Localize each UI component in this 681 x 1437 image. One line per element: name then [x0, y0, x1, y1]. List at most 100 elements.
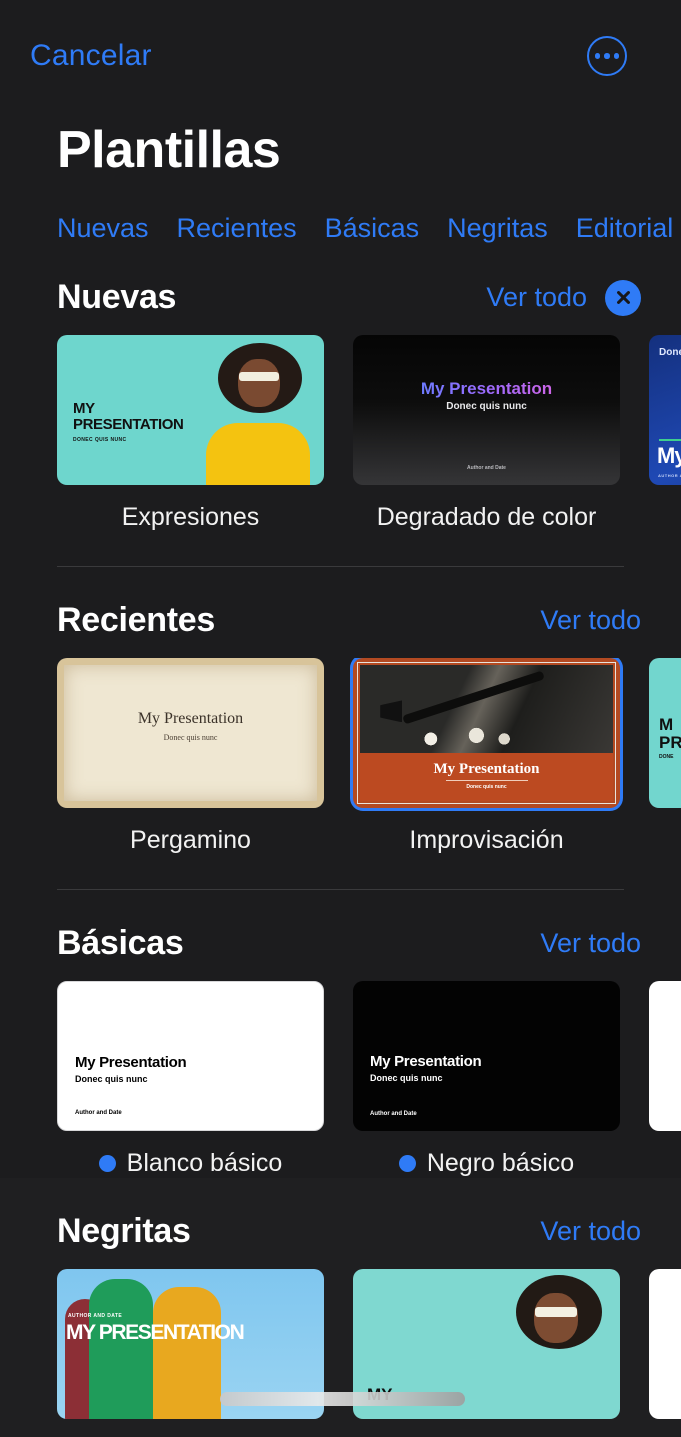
section-actions: Ver todo	[540, 1216, 641, 1247]
status-dot-icon	[398, 1155, 416, 1173]
trumpet-body	[402, 670, 546, 725]
thumbnail-text: My Presentation Donec quis nunc	[57, 710, 324, 742]
photo-sunglasses	[239, 372, 279, 382]
photo-face	[534, 1293, 578, 1344]
card-row-nuevas[interactable]: MY PRESENTATION DONEC QUIS NUNC Expresion…	[0, 335, 681, 532]
section-header-basicas: Básicas Ver todo	[0, 900, 681, 981]
page-title: Plantillas	[57, 121, 281, 179]
thumb-subtitle: Donec quis nunc	[446, 401, 527, 413]
card-label: Expresiones	[57, 503, 324, 532]
section-actions: Ver todo	[540, 928, 641, 959]
thumbnail-negro-basico[interactable]: My Presentation Donec quis nunc Author a…	[353, 981, 620, 1132]
thumb-title: MY PRESENTATION	[73, 400, 184, 433]
horizontal-scrollbar[interactable]	[220, 1392, 465, 1406]
thumbnail-pergamino[interactable]: My Presentation Donec quis nunc	[57, 658, 324, 809]
section-actions: Ver todo	[486, 279, 641, 316]
template-card-partial-teal[interactable]: M PR DONE	[649, 658, 681, 855]
category-link-negritas[interactable]: Negritas	[447, 213, 548, 244]
thumbnail-expresiones[interactable]: MY PRESENTATION DONEC QUIS NUNC	[57, 335, 324, 486]
template-card-expresiones[interactable]: MY PRESENTATION DONEC QUIS NUNC Expresion…	[57, 335, 324, 532]
template-card-partial-white[interactable]	[649, 981, 681, 1178]
thumb-band: My Presentation Donec quis nunc	[360, 753, 613, 802]
card-label-text: Degradado de color	[376, 503, 597, 532]
template-card-pergamino[interactable]: My Presentation Donec quis nunc Pergamin…	[57, 658, 324, 855]
thumbnail-partial-blue[interactable]: Done My AUTHOR AND	[649, 335, 681, 486]
section-header-negritas: Negritas Ver todo	[0, 1188, 681, 1269]
thumbnail-degradado-de-color[interactable]: My Presentation Donec quis nunc Author a…	[353, 335, 620, 486]
trumpet-bell	[380, 700, 403, 723]
thumb-rule	[445, 780, 528, 782]
photo-sunglasses	[535, 1307, 577, 1318]
section-title: Nuevas	[57, 278, 177, 317]
photo-face	[238, 359, 280, 408]
see-all-link-recientes[interactable]: Ver todo	[540, 605, 641, 636]
ellipsis-dot	[604, 53, 610, 59]
thumbnail-partial-white[interactable]	[649, 981, 681, 1132]
card-label-text: Improvisación	[409, 826, 564, 855]
thumb-subtitle: DONEC QUIS NUNC	[73, 436, 127, 443]
template-scroll-area[interactable]: Nuevas Ver todo MY PRESENTATION DONEC QUI…	[0, 244, 681, 1437]
thumb-title: M PR	[659, 715, 681, 753]
template-card-partial-blue[interactable]: Done My AUTHOR AND	[649, 335, 681, 532]
card-label: Negro básico	[353, 1149, 620, 1178]
card-label: Pergamino	[57, 826, 324, 855]
section-basicas: Básicas Ver todo My Presentation Donec q…	[0, 890, 681, 1178]
thumbnail-partial-teal[interactable]: M PR DONE	[649, 658, 681, 809]
category-link-editorial[interactable]: Editorial	[576, 213, 674, 244]
thumb-subtitle: Donec quis nunc	[370, 1073, 443, 1084]
thumb-subtitle: Done	[659, 347, 681, 359]
section-header-recientes: Recientes Ver todo	[0, 577, 681, 658]
template-card-negro-basico[interactable]: My Presentation Donec quis nunc Author a…	[353, 981, 620, 1178]
ellipsis-dot	[594, 53, 601, 59]
see-all-link-negritas[interactable]: Ver todo	[540, 1216, 641, 1247]
card-label-text: Pergamino	[130, 826, 251, 855]
template-card-negritas-1[interactable]: AUTHOR AND DATE MY PRESENTATION	[57, 1269, 324, 1437]
category-link-nuevas[interactable]: Nuevas	[57, 213, 149, 244]
cancel-button[interactable]: Cancelar	[30, 39, 152, 73]
thumb-title: My Presentation	[75, 1054, 187, 1072]
thumb-title: My Presentation	[370, 1053, 482, 1071]
thumb-rule	[659, 439, 681, 442]
card-row-recientes[interactable]: My Presentation Donec quis nunc Pergamin…	[0, 658, 681, 855]
thumb-footer: Author and Date	[370, 1111, 417, 1118]
card-label-text: Expresiones	[121, 503, 260, 532]
card-label: Blanco básico	[57, 1149, 324, 1178]
section-title: Negritas	[57, 1212, 191, 1251]
photo-sweater	[206, 423, 310, 486]
see-all-link-basicas[interactable]: Ver todo	[540, 928, 641, 959]
thumbnail-text: MY PRESENTATION DONEC QUIS NUNC	[73, 400, 184, 443]
category-link-recientes[interactable]: Recientes	[177, 213, 297, 244]
section-header-nuevas: Nuevas Ver todo	[0, 254, 681, 335]
thumbnail-negritas-3[interactable]	[649, 1269, 681, 1420]
category-link-basicas[interactable]: Básicas	[325, 213, 420, 244]
photo-trumpet	[360, 665, 613, 754]
see-all-link-nuevas[interactable]: Ver todo	[486, 282, 587, 313]
section-nuevas: Nuevas Ver todo MY PRESENTATION DONEC QUI…	[0, 244, 681, 568]
ellipsis-circle-icon[interactable]	[587, 36, 627, 76]
section-title: Recientes	[57, 601, 215, 640]
section-recientes: Recientes Ver todo My Presentation Donec…	[0, 567, 681, 891]
thumb-title: My Presentation	[137, 710, 244, 728]
card-row-negritas[interactable]: AUTHOR AND DATE MY PRESENTATION MY	[0, 1269, 681, 1437]
template-card-improvisacion[interactable]: My Presentation Donec quis nunc Improvis…	[353, 658, 620, 855]
top-bar: Cancelar	[0, 0, 681, 112]
photo-person-green	[89, 1279, 153, 1420]
thumbnail-blanco-basico[interactable]: My Presentation Donec quis nunc Author a…	[57, 981, 324, 1132]
thumb-subtitle: Donec quis nunc	[466, 784, 507, 791]
card-label: Improvisación	[353, 826, 620, 855]
card-label-text: Blanco básico	[126, 1149, 283, 1178]
thumbnail-improvisacion[interactable]: My Presentation Donec quis nunc	[353, 658, 620, 809]
card-label-text: Negro básico	[426, 1149, 575, 1178]
template-card-negritas-2[interactable]: MY	[353, 1269, 620, 1437]
template-card-degradado[interactable]: My Presentation Donec quis nunc Author a…	[353, 335, 620, 532]
thumb-title: My	[657, 443, 681, 469]
template-card-negritas-3[interactable]	[649, 1269, 681, 1437]
template-card-blanco-basico[interactable]: My Presentation Donec quis nunc Author a…	[57, 981, 324, 1178]
category-nav: Nuevas Recientes Básicas Negritas Editor…	[0, 179, 681, 244]
card-row-basicas[interactable]: My Presentation Donec quis nunc Author a…	[0, 981, 681, 1178]
thumb-subtitle: Donec quis nunc	[75, 1074, 148, 1085]
section-actions: Ver todo	[540, 605, 641, 636]
close-circle-icon[interactable]	[605, 279, 641, 316]
thumb-subtitle: Donec quis nunc	[163, 733, 218, 743]
ellipsis-dot	[613, 53, 620, 59]
